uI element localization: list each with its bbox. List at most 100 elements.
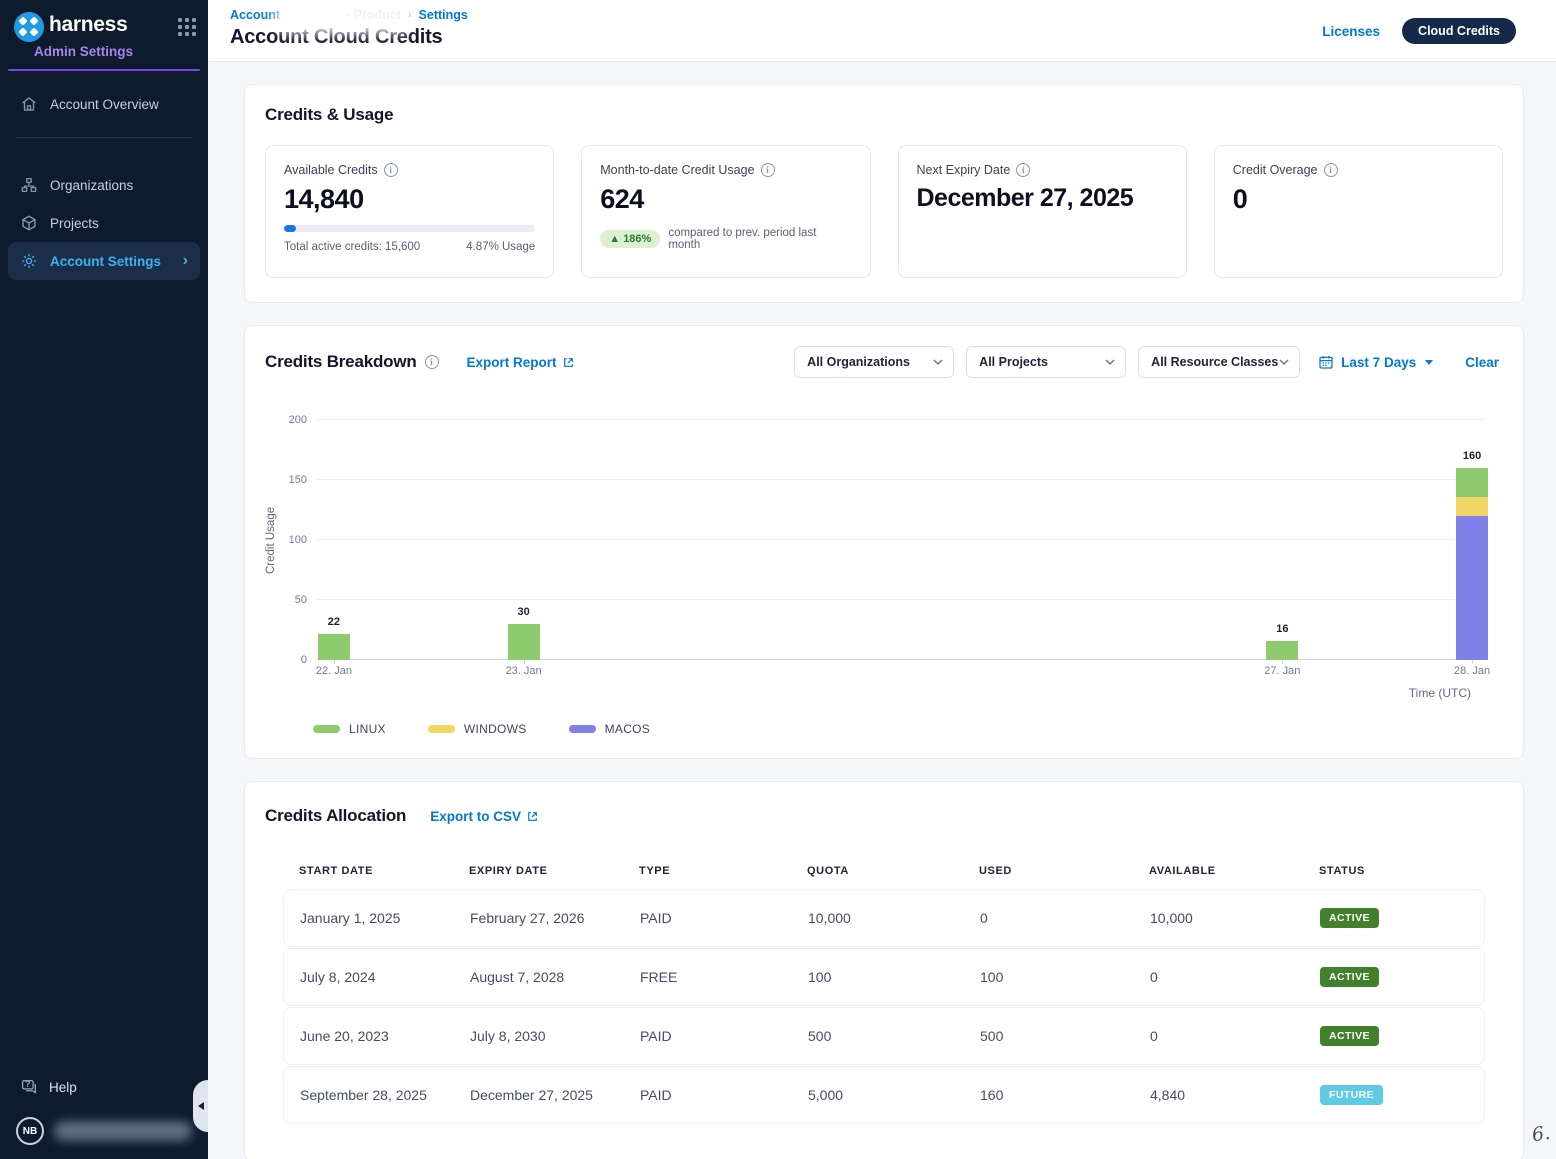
legend-item-linux[interactable]: LINUX (313, 722, 386, 736)
cell-used: 100 (980, 969, 1150, 985)
bar-segment-windows[interactable] (1456, 497, 1488, 516)
usage-percent: 4.87% Usage (466, 241, 535, 253)
cell-available: 10,000 (1150, 910, 1320, 926)
info-icon[interactable]: i (1324, 163, 1338, 177)
credits-usage-title: Credits & Usage (265, 105, 1503, 125)
sidebar-item-organizations[interactable]: Organizations (8, 166, 200, 204)
column-header: STATUS (1319, 865, 1485, 877)
bar-segment-linux[interactable] (318, 634, 350, 660)
chevron-right-icon: › (183, 253, 188, 269)
sidebar-item-account-settings[interactable]: Account Settings › (8, 242, 200, 280)
cell-expiry: August 7, 2028 (470, 969, 640, 985)
gridline (317, 539, 1485, 540)
user-profile[interactable]: NB (8, 1105, 200, 1145)
credits-allocation-card: Credits Allocation Export to CSV START D… (244, 781, 1524, 1159)
cell-quota: 100 (808, 969, 980, 985)
sidebar-item-account-overview[interactable]: Account Overview (8, 85, 200, 123)
cell-type: PAID (640, 1028, 808, 1044)
credits-breakdown-card: Credits Breakdown i Export Report All Or… (244, 325, 1524, 759)
help-button[interactable]: ? Help (8, 1069, 200, 1105)
projects-filter[interactable]: All Projects (966, 346, 1126, 378)
cloud-credits-button[interactable]: Cloud Credits (1402, 18, 1516, 44)
sidebar-item-projects[interactable]: Projects (8, 204, 200, 242)
sidebar-divider (16, 137, 192, 138)
bar-segment-macos[interactable] (1456, 516, 1488, 660)
sidebar-collapse-handle[interactable] (193, 1080, 208, 1132)
usage-progress-bar (284, 225, 535, 232)
sidebar-item-label: Organizations (50, 178, 133, 193)
bar-segment-linux[interactable] (1456, 468, 1488, 497)
info-icon[interactable]: i (1016, 163, 1030, 177)
info-icon[interactable]: i (761, 163, 775, 177)
stat-mtd-usage: Month-to-date Credit Usagei 624 ▲ 186% c… (581, 145, 870, 278)
sidebar: harness Admin Settings Account Overview … (0, 0, 208, 1159)
cell-used: 500 (980, 1028, 1150, 1044)
chart-bar[interactable] (1266, 641, 1298, 660)
stat-next-expiry: Next Expiry Datei December 27, 2025 (898, 145, 1187, 278)
chevron-down-icon (1279, 359, 1289, 365)
bar-segment-linux[interactable] (1266, 641, 1298, 660)
credit-usage-chart: Credit Usage 050100150200 2222. Jan3023.… (265, 408, 1499, 700)
info-icon[interactable]: i (384, 163, 398, 177)
cell-expiry: December 27, 2025 (470, 1087, 640, 1103)
licenses-link[interactable]: Licenses (1322, 24, 1380, 39)
resource-classes-filter[interactable]: All Resource Classes (1138, 346, 1300, 378)
x-tick-label: 22. Jan (316, 665, 352, 677)
avatar: NB (16, 1117, 44, 1145)
info-icon[interactable]: i (425, 355, 439, 369)
chevron-down-icon (1105, 359, 1115, 365)
stat-label: Next Expiry Date (917, 163, 1011, 177)
cell-used: 0 (980, 910, 1150, 926)
app-grid-icon[interactable] (178, 18, 196, 36)
gear-icon (20, 252, 38, 270)
table-row[interactable]: July 8, 2024August 7, 2028FREE1001000ACT… (283, 948, 1485, 1006)
status-badge: ACTIVE (1320, 967, 1379, 987)
clear-filters-link[interactable]: Clear (1465, 355, 1499, 370)
column-header: TYPE (639, 865, 807, 877)
sidebar-item-label: Projects (50, 216, 99, 231)
table-row[interactable]: June 20, 2023July 8, 2030PAID5005000ACTI… (283, 1007, 1485, 1065)
user-name-redacted (54, 1121, 192, 1141)
status-badge: FUTURE (1320, 1085, 1383, 1105)
bar-segment-linux[interactable] (508, 624, 540, 660)
breadcrumb-account[interactable]: Account (230, 8, 280, 22)
chart-bar[interactable] (1456, 468, 1488, 660)
credits-allocation-title: Credits Allocation (265, 806, 406, 826)
export-csv-link[interactable]: Export to CSV (430, 809, 539, 824)
home-icon (20, 95, 38, 113)
stat-label: Month-to-date Credit Usage (600, 163, 754, 177)
table-row[interactable]: September 28, 2025December 27, 2025PAID5… (283, 1066, 1485, 1124)
change-badge: ▲ 186% (600, 230, 660, 248)
credits-usage-card: Credits & Usage Available Creditsi 14,84… (244, 84, 1524, 303)
gridline (317, 479, 1485, 480)
module-subtitle: Admin Settings (0, 42, 208, 59)
legend-item-windows[interactable]: WINDOWS (428, 722, 527, 736)
x-tick-mark (524, 660, 525, 664)
cell-used: 160 (980, 1087, 1150, 1103)
cell-type: PAID (640, 910, 808, 926)
breadcrumb-product[interactable]: - Product (346, 8, 401, 22)
status-badge: ACTIVE (1320, 908, 1379, 928)
legend-item-macos[interactable]: MACOS (569, 722, 651, 736)
external-link-icon (562, 356, 575, 369)
stat-value: 624 (600, 183, 851, 215)
cell-available: 4,840 (1150, 1087, 1320, 1103)
column-header: QUOTA (807, 865, 979, 877)
cell-type: FREE (640, 969, 808, 985)
legend-label: WINDOWS (464, 722, 527, 736)
chart-bar[interactable] (318, 634, 350, 660)
credits-breakdown-title: Credits Breakdown (265, 352, 417, 372)
breadcrumb-settings[interactable]: Settings (419, 8, 468, 22)
date-range-picker[interactable]: Last 7 Days (1318, 354, 1433, 370)
organizations-filter[interactable]: All Organizations (794, 346, 954, 378)
gridline (317, 659, 1485, 660)
sidebar-item-label: Account Settings (50, 254, 161, 269)
export-csv-label: Export to CSV (430, 809, 521, 824)
table-row[interactable]: January 1, 2025February 27, 2026PAID10,0… (283, 889, 1485, 947)
chart-bar[interactable] (508, 624, 540, 660)
bar-value-label: 160 (1463, 450, 1481, 462)
column-header: AVAILABLE (1149, 865, 1319, 877)
cell-type: PAID (640, 1087, 808, 1103)
export-report-link[interactable]: Export Report (467, 355, 575, 370)
allocation-table-body: January 1, 2025February 27, 2026PAID10,0… (283, 889, 1485, 1124)
